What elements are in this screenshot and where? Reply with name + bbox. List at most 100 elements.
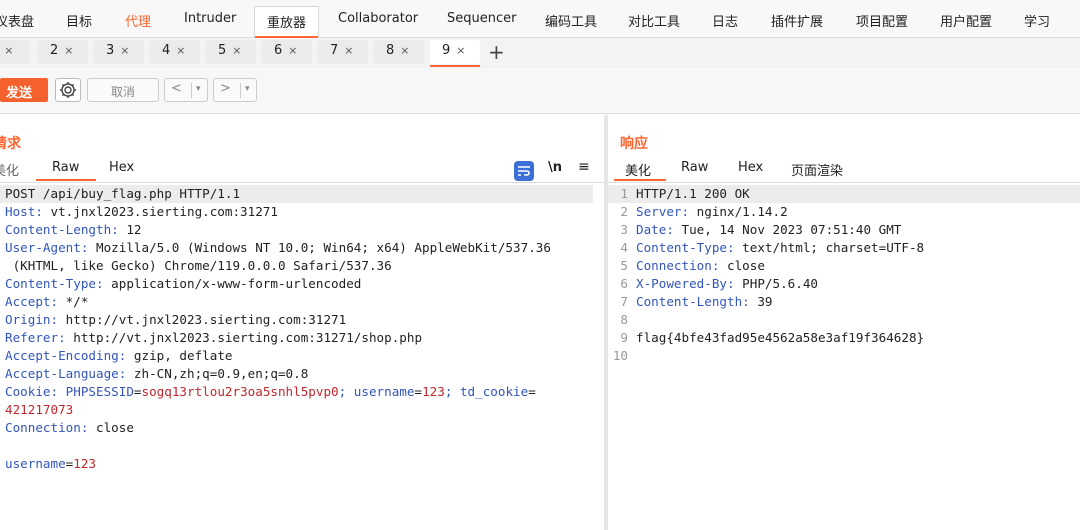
cancel-button[interactable]: 取消	[87, 78, 159, 102]
tab-2-label: 2	[50, 43, 59, 58]
word-wrap-button[interactable]	[514, 161, 534, 181]
nav-decoder[interactable]: 编码工具	[545, 11, 597, 30]
wrap-text-icon	[518, 166, 530, 176]
send-button[interactable]: 发送	[0, 78, 48, 102]
line-number: 1	[620, 186, 628, 201]
active-subtab-indicator	[36, 179, 96, 181]
repeater-tab-9[interactable]: 9 ×	[430, 40, 480, 67]
response-line-3: Date: Tue, 14 Nov 2023 07:51:40 GMT	[636, 222, 902, 237]
nav-sequencer[interactable]: Sequencer	[447, 11, 516, 26]
request-toolbar: 发送 取消 < ▾ > ▾	[0, 68, 1080, 114]
repeater-tab-8[interactable]: 8 ×	[374, 40, 424, 64]
close-icon[interactable]: ×	[400, 44, 409, 57]
line-number: 5	[620, 258, 628, 273]
tab-7-label: 7	[330, 43, 339, 58]
chevron-left-icon: <	[171, 81, 182, 96]
nav-learn[interactable]: 学习	[1024, 11, 1050, 30]
nav-logger[interactable]: 日志	[712, 11, 738, 30]
newline-toggle[interactable]: \n	[548, 160, 562, 175]
tab-render[interactable]: 页面渲染	[791, 160, 843, 179]
nav-extensions[interactable]: 插件扩展	[771, 11, 823, 30]
response-pane: 响应 美化 Raw Hex 页面渲染 1 HTTP/1.1 200 OK 2 S…	[608, 115, 1080, 530]
request-line-4: User-Agent: Mozilla/5.0 (Windows NT 10.0…	[5, 240, 551, 255]
tab-hex[interactable]: Hex	[109, 160, 134, 175]
response-title: 响应	[620, 136, 648, 152]
line-number: 10	[612, 348, 628, 363]
tab-9-label: 9	[442, 43, 451, 58]
settings-button[interactable]	[55, 78, 81, 102]
tab-pretty[interactable]: 美化	[0, 160, 19, 179]
nav-user-options[interactable]: 用户配置	[940, 11, 992, 30]
request-line-6: Accept: */*	[5, 294, 89, 309]
nav-repeater[interactable]: 重放器	[254, 6, 320, 39]
repeater-tab-bar: 1× 2× 3× 4× 5× 6× 7× 8× 9×	[0, 38, 1080, 68]
nav-dashboard-label: 仪表盘	[0, 15, 34, 30]
close-icon[interactable]: ×	[120, 44, 129, 57]
close-icon[interactable]: ×	[176, 44, 185, 57]
tab-3-label: 3	[106, 43, 115, 58]
response-line-2: Server: nginx/1.14.2	[636, 204, 788, 219]
tab-hex[interactable]: Hex	[738, 160, 763, 175]
request-line-7: Origin: http://vt.jnxl2023.sierting.com:…	[5, 312, 347, 327]
nav-dashboard[interactable]: 仪表盘	[0, 11, 34, 34]
forward-button[interactable]: > ▾	[213, 78, 257, 102]
repeater-tab-2[interactable]: 2 ×	[38, 40, 88, 64]
chevron-down-icon[interactable]: ▾	[196, 84, 201, 94]
request-line-9: Accept-Encoding: gzip, deflate	[5, 348, 233, 363]
close-icon[interactable]: ×	[344, 44, 353, 57]
active-subtab-indicator	[614, 179, 666, 181]
line-number: 8	[620, 312, 628, 327]
line-number: 7	[620, 294, 628, 309]
line-number: 6	[620, 276, 628, 291]
add-tab-button[interactable]: +	[488, 40, 505, 64]
line-number: 4	[620, 240, 628, 255]
tab-raw[interactable]: Raw	[52, 160, 79, 175]
response-line-1: HTTP/1.1 200 OK	[636, 186, 750, 201]
request-line-11-wrap: 421217073	[5, 402, 74, 417]
response-line-7: Content-Length: 39	[636, 294, 773, 309]
request-body: username=123	[5, 456, 97, 471]
repeater-tab-3[interactable]: 3 ×	[94, 40, 144, 64]
repeater-tab-5[interactable]: 5 ×	[206, 40, 256, 64]
close-icon[interactable]: ×	[232, 44, 241, 57]
repeater-tab-1[interactable]: 1×	[0, 40, 29, 64]
repeater-tab-6[interactable]: 6 ×	[262, 40, 312, 64]
request-line-3: Content-Length: 12	[5, 222, 142, 237]
tab-6-label: 6	[274, 43, 283, 58]
request-line-1: POST /api/buy_flag.php HTTP/1.1	[5, 186, 241, 201]
line-number: 3	[620, 222, 628, 237]
request-line-10: Accept-Language: zh-CN,zh;q=0.9,en;q=0.8	[5, 366, 309, 381]
active-tab-indicator	[430, 65, 480, 67]
nav-project-options[interactable]: 项目配置	[856, 11, 908, 30]
nav-proxy[interactable]: 代理	[125, 11, 151, 30]
divider	[191, 83, 192, 98]
response-line-4: Content-Type: text/html; charset=UTF-8	[636, 240, 925, 255]
close-icon[interactable]: ×	[288, 44, 297, 57]
request-line-2: Host: vt.jnxl2023.sierting.com:31271	[5, 204, 278, 219]
nav-collaborator[interactable]: Collaborator	[338, 11, 418, 26]
response-body: flag{4bfe43fad95e4562a58e3af19f364628}	[636, 330, 925, 345]
line-number: 2	[620, 204, 628, 219]
chevron-right-icon: >	[220, 81, 231, 96]
line-number: 9	[620, 330, 628, 345]
divider	[240, 83, 241, 98]
repeater-tab-4[interactable]: 4 ×	[150, 40, 200, 64]
nav-target[interactable]: 目标	[66, 11, 92, 30]
tab-5-label: 5	[218, 43, 227, 58]
tab-raw[interactable]: Raw	[681, 160, 708, 175]
chevron-down-icon[interactable]: ▾	[245, 84, 250, 94]
close-icon[interactable]: ×	[4, 44, 13, 57]
request-line-11: Cookie: PHPSESSID=sogq13rtlou2r3oa5snhl5…	[5, 384, 536, 399]
tab-pretty[interactable]: 美化	[625, 160, 651, 179]
close-icon[interactable]: ×	[456, 44, 465, 57]
tab-8-label: 8	[386, 43, 395, 58]
nav-intruder[interactable]: Intruder	[184, 11, 236, 26]
close-icon[interactable]: ×	[64, 44, 73, 57]
back-button[interactable]: < ▾	[164, 78, 208, 102]
nav-comparer[interactable]: 对比工具	[628, 11, 680, 30]
request-line-12: Connection: close	[5, 420, 134, 435]
menu-icon[interactable]: ≡	[578, 159, 590, 175]
tab-4-label: 4	[162, 43, 171, 58]
divider	[608, 182, 1080, 183]
repeater-tab-7[interactable]: 7 ×	[318, 40, 368, 64]
